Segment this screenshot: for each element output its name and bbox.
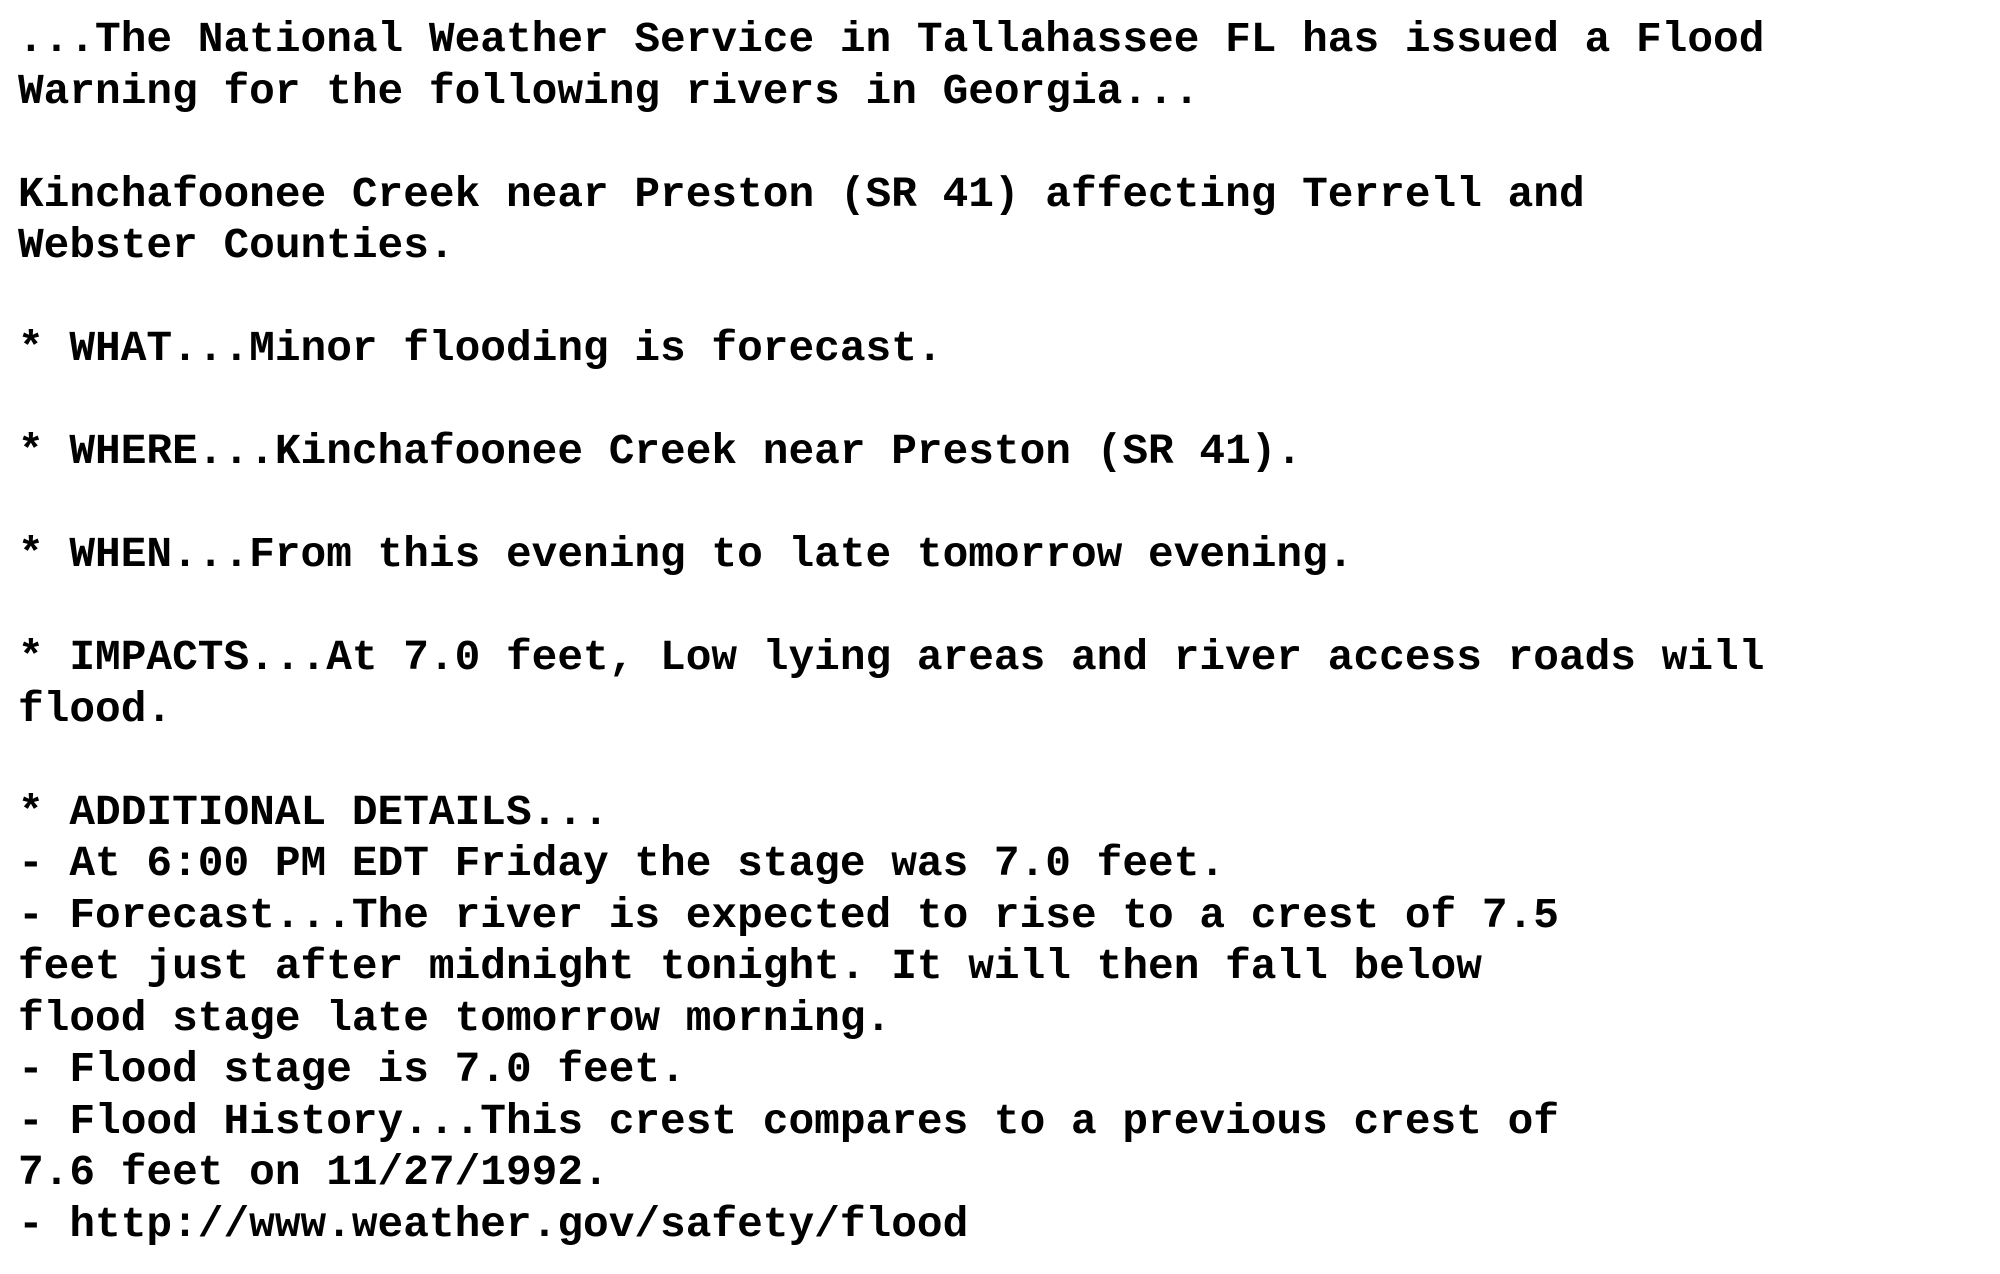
flood-warning-text: ...The National Weather Service in Talla… [18,14,1764,1250]
flood-history-detail-line-2: 7.6 feet on 11/27/1992. [18,1148,609,1197]
when-section: * WHEN...From this evening to late tomor… [18,530,1354,579]
flood-stage-detail: - Flood stage is 7.0 feet. [18,1045,686,1094]
impacts-section-line-1: * IMPACTS...At 7.0 feet, Low lying areas… [18,633,1765,682]
forecast-detail-line-3: flood stage late tomorrow morning. [18,993,892,1043]
current-stage-detail: - At 6:00 PM EDT Friday the stage was 7.… [18,839,1226,888]
river-affected-line-1: Kinchafoonee Creek near Preston (SR 41) … [18,169,1585,219]
additional-details-heading: * ADDITIONAL DETAILS... [18,787,609,837]
flood-history-detail-line-1: - Flood History...This crest compares to… [18,1096,1559,1146]
river-affected-line-2: Webster Counties. [18,221,455,270]
headline-line-2: Warning for the following rivers in Geor… [18,66,1200,116]
forecast-detail-line-2: feet just after midnight tonight. It wil… [18,942,1482,991]
forecast-detail-line-1: - Forecast...The river is expected to ri… [18,890,1559,940]
what-section: * WHAT...Minor flooding is forecast. [18,324,943,373]
headline-line-1: ...The National Weather Service in Talla… [18,15,1765,64]
safety-link-line: - http://www.weather.gov/safety/flood [18,1199,969,1249]
impacts-section-line-2: flood. [18,684,173,734]
where-section: * WHERE...Kinchafoonee Creek near Presto… [18,427,1303,476]
